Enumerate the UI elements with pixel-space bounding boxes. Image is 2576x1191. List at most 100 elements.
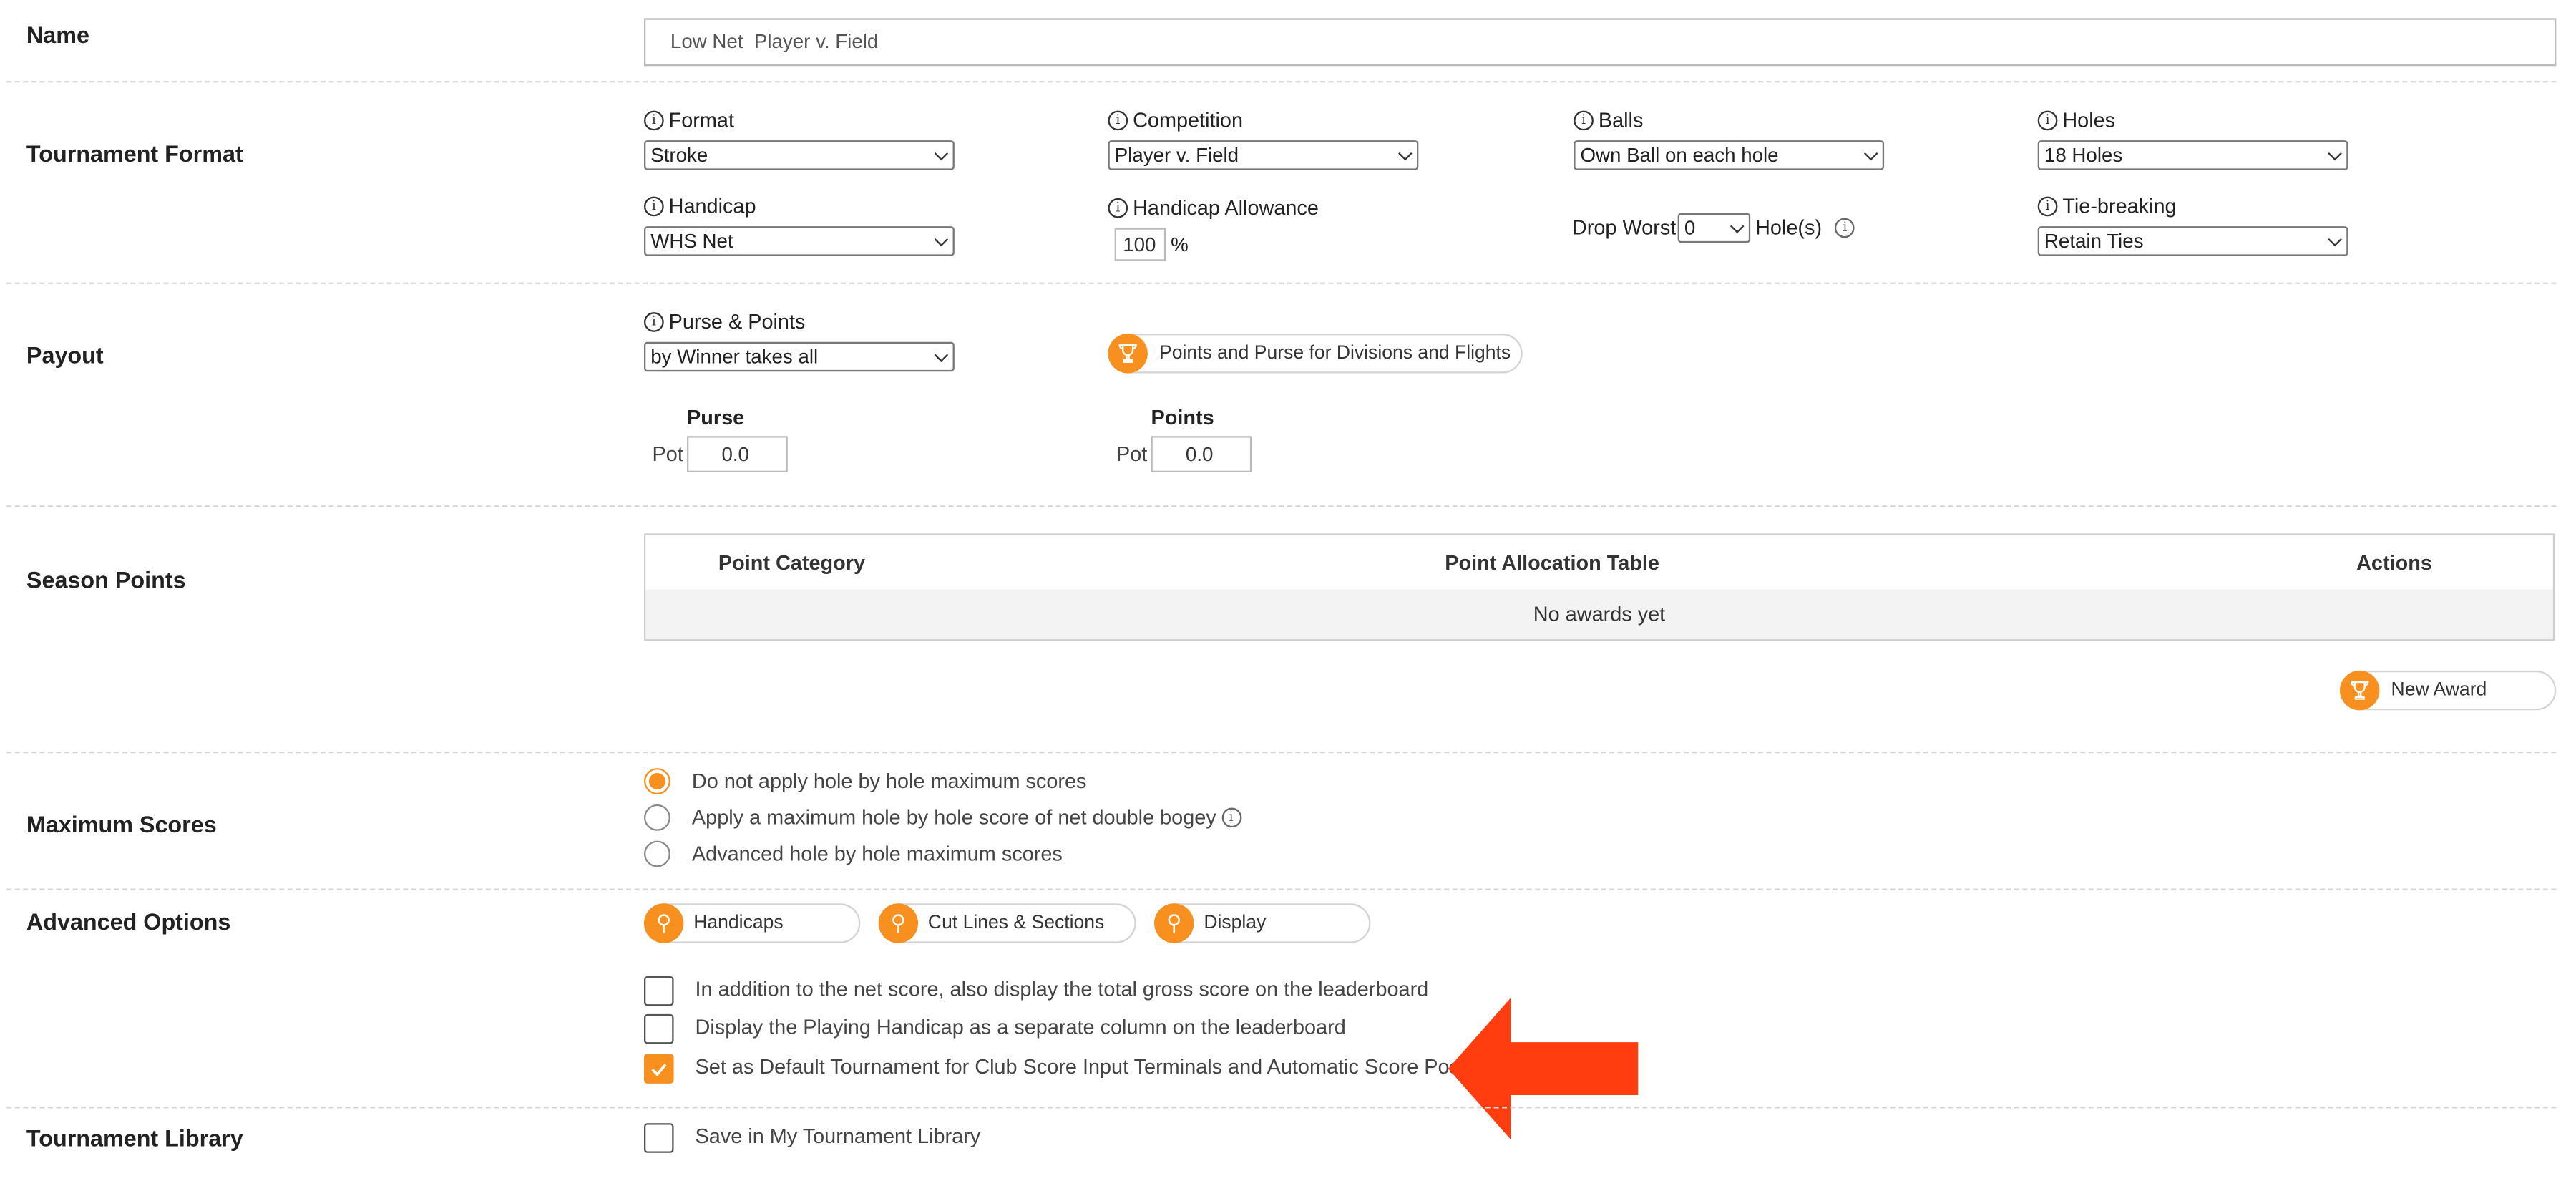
purse-points-value: by Winner takes all — [650, 345, 819, 369]
cut-lines-label: Cut Lines & Sections — [927, 913, 1105, 933]
playing-handicap-label: Display the Playing Handicap as a separa… — [695, 1016, 1346, 1039]
purse-points-label: Purse & Points — [668, 310, 806, 334]
max-scores-radio-double-bogey[interactable] — [644, 804, 670, 831]
purse-pot-value: 0.0 — [721, 442, 749, 466]
format-select[interactable]: Stroke — [644, 140, 955, 170]
max-scores-radio-none[interactable] — [644, 768, 670, 795]
points-pot-value: 0.0 — [1185, 442, 1214, 466]
format-section-label: Tournament Format — [26, 140, 243, 167]
chevron-down-icon — [2328, 232, 2342, 247]
gross-score-label: In addition to the net score, also displ… — [695, 978, 1429, 1001]
allowance-unit: % — [1171, 233, 1189, 256]
info-icon[interactable]: i — [2037, 110, 2058, 131]
tiebreak-select[interactable]: Retain Ties — [2037, 226, 2348, 256]
allowance-input[interactable]: 100 — [1114, 228, 1166, 261]
points-pot-label: Pot — [1116, 442, 1148, 466]
trophy-icon — [2340, 670, 2380, 711]
holes-label: Holes — [2062, 109, 2116, 132]
competition-value: Player v. Field — [1114, 143, 1239, 167]
playing-handicap-checkbox[interactable] — [644, 1013, 674, 1044]
new-award-button[interactable]: New Award — [2340, 670, 2557, 711]
divider — [6, 505, 2557, 507]
season-points-section-label: Season Points — [26, 566, 186, 593]
gross-score-checkbox[interactable] — [644, 976, 674, 1006]
info-icon[interactable]: i — [644, 312, 664, 332]
handicap-label-row: i Handicap — [644, 195, 756, 218]
competition-label: Competition — [1133, 109, 1244, 132]
cut-lines-button[interactable]: Cut Lines & Sections — [878, 903, 1136, 943]
trophy-icon — [1108, 334, 1148, 374]
points-heading: Points — [1151, 406, 1214, 430]
tiebreak-label: Tie-breaking — [2062, 195, 2177, 218]
info-icon[interactable]: i — [644, 196, 664, 217]
drop-worst-suffix-row: Hole(s) i — [1755, 216, 1855, 240]
column-header-point-category: Point Category — [718, 551, 866, 575]
info-icon[interactable]: i — [1221, 807, 1241, 828]
season-points-table: Point Category Point Allocation Table Ac… — [644, 533, 2555, 641]
tournament-name-value: Low Net Player v. Field — [670, 29, 879, 53]
info-icon[interactable]: i — [2037, 196, 2058, 217]
holes-select[interactable]: 18 Holes — [2037, 140, 2348, 170]
purse-pot-label: Pot — [652, 442, 683, 466]
divider — [6, 888, 2557, 890]
drop-worst-suffix: Hole(s) — [1755, 216, 1823, 240]
competition-select[interactable]: Player v. Field — [1108, 140, 1419, 170]
default-tournament-checkbox[interactable] — [644, 1054, 674, 1084]
holes-value: 18 Holes — [2044, 143, 2123, 167]
handicaps-label: Handicaps — [693, 913, 784, 933]
info-icon[interactable]: i — [1108, 110, 1128, 131]
format-label-row: i Format — [644, 109, 734, 132]
tournament-name-input[interactable]: Low Net Player v. Field — [644, 18, 2557, 67]
handicap-value: WHS Net — [650, 229, 733, 253]
competition-label-row: i Competition — [1108, 109, 1243, 132]
divider — [6, 282, 2557, 284]
new-award-label: New Award — [2391, 680, 2487, 701]
points-pot-input[interactable]: 0.0 — [1151, 436, 1252, 473]
tiebreak-label-row: i Tie-breaking — [2037, 195, 2177, 218]
save-library-checkbox[interactable] — [644, 1123, 674, 1153]
column-header-actions: Actions — [2356, 551, 2432, 575]
info-icon[interactable]: i — [1835, 218, 1855, 238]
purse-points-select[interactable]: by Winner takes all — [644, 341, 955, 372]
allowance-value: 100 — [1123, 233, 1156, 256]
divisions-flights-label: Points and Purse for Divisions and Fligh… — [1159, 344, 1511, 364]
display-label: Display — [1204, 913, 1267, 933]
info-icon[interactable]: i — [1108, 198, 1128, 218]
chevron-down-icon — [934, 146, 949, 161]
max-scores-radio-advanced[interactable] — [644, 840, 670, 867]
purse-heading: Purse — [687, 406, 745, 430]
column-header-allocation-table: Point Allocation Table — [1445, 551, 1659, 575]
info-icon[interactable]: i — [644, 110, 664, 131]
max-scores-option-double-bogey-row: Apply a maximum hole by hole score of ne… — [692, 806, 1241, 829]
handicaps-button[interactable]: Handicaps — [644, 903, 861, 943]
chevron-down-icon — [1729, 219, 1745, 233]
balls-label: Balls — [1598, 109, 1644, 132]
max-scores-option-double-bogey: Apply a maximum hole by hole score of ne… — [691, 806, 1216, 830]
payout-section-label: Payout — [26, 341, 104, 369]
chevron-down-icon — [1863, 146, 1878, 161]
display-button[interactable]: Display — [1154, 903, 1371, 943]
divider — [6, 752, 2557, 754]
format-label: Format — [668, 109, 734, 132]
divider — [6, 1107, 2557, 1109]
save-library-label: Save in My Tournament Library — [695, 1124, 981, 1148]
balls-label-row: i Balls — [1574, 109, 1643, 132]
pin-icon — [878, 903, 919, 943]
advanced-section-label: Advanced Options — [26, 908, 231, 935]
handicap-label: Handicap — [668, 195, 756, 218]
info-icon[interactable]: i — [1574, 110, 1594, 131]
pin-icon — [1154, 903, 1194, 943]
library-section-label: Tournament Library — [26, 1124, 243, 1152]
tiebreak-value: Retain Ties — [2044, 229, 2144, 253]
handicap-select[interactable]: WHS Net — [644, 226, 955, 256]
pin-icon — [644, 903, 684, 943]
balls-select[interactable]: Own Ball on each hole — [1574, 140, 1885, 170]
divisions-flights-button[interactable]: Points and Purse for Divisions and Fligh… — [1108, 334, 1523, 374]
purse-pot-input[interactable]: 0.0 — [687, 436, 788, 473]
format-value: Stroke — [650, 143, 708, 167]
chevron-down-icon — [934, 232, 949, 247]
drop-worst-select[interactable]: 0 — [1677, 213, 1751, 243]
name-section-label: Name — [26, 21, 89, 48]
divider — [6, 81, 2557, 83]
max-scores-option-advanced: Advanced hole by hole maximum scores — [691, 842, 1063, 866]
